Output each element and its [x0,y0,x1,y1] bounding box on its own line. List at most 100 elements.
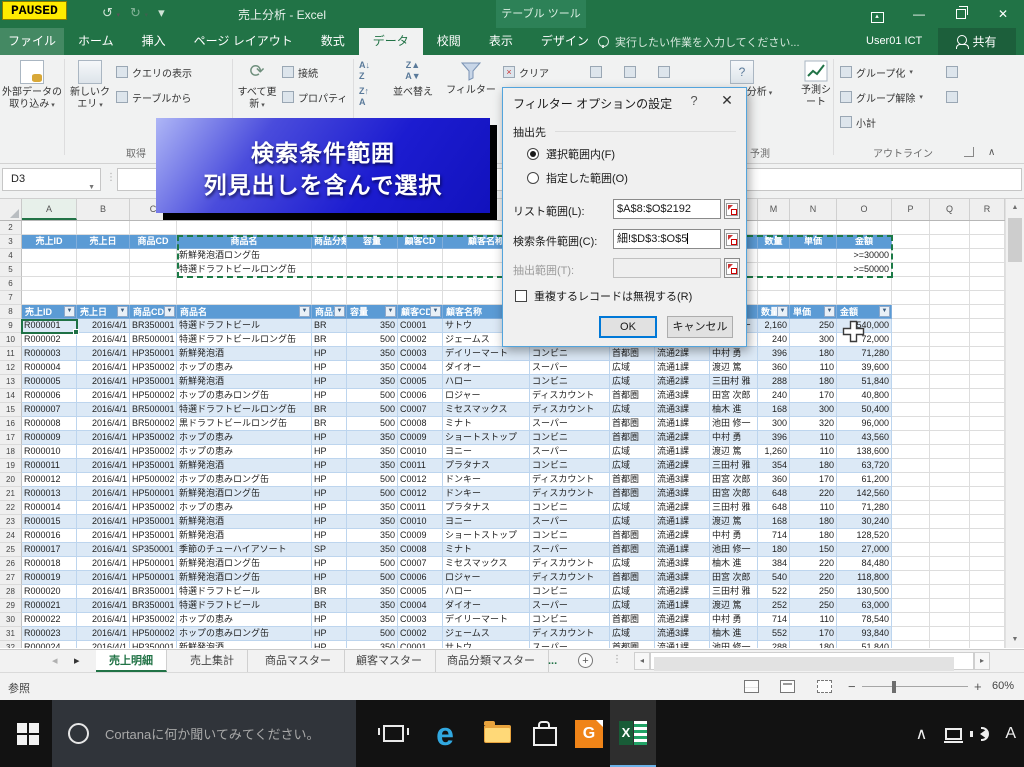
cell[interactable]: 顧客CD▼ [398,305,443,319]
cell[interactable]: 396 [758,431,790,445]
cell[interactable]: R000020 [22,585,77,599]
cell[interactable] [970,221,1005,235]
sort-button[interactable]: Z▲A▼ 並べ替え [385,58,441,99]
cell[interactable] [790,263,837,277]
cell[interactable]: BR500001 [130,403,177,417]
cell[interactable] [930,557,970,571]
cell[interactable] [970,305,1005,319]
cell[interactable] [970,501,1005,515]
cell[interactable]: 63,720 [837,459,892,473]
cell[interactable]: 商品分類 [312,235,347,249]
cell[interactable]: 51,840 [837,375,892,389]
cell[interactable]: 容量▼ [347,305,398,319]
cell[interactable]: 1,260 [758,445,790,459]
cell[interactable] [130,263,177,277]
start-button[interactable] [8,700,48,767]
filter-dropdown-button[interactable]: ▼ [385,306,396,317]
cell[interactable]: ホップの恵み [177,501,312,515]
cell[interactable]: ディスカウント [530,557,610,571]
cell[interactable]: 三田村 雅 [710,375,758,389]
cell[interactable]: 714 [758,613,790,627]
cell[interactable]: C0010 [398,445,443,459]
copy-to-range-selector-button[interactable] [724,258,740,278]
cell[interactable]: 広域 [610,557,655,571]
cell[interactable] [970,487,1005,501]
cell[interactable]: 2016/4/1 [77,473,130,487]
ungroup-button[interactable]: グループ解除▾ [840,86,923,108]
cell[interactable]: 110 [790,501,837,515]
cell[interactable]: 500 [347,557,398,571]
cell[interactable]: 350 [347,501,398,515]
cell[interactable]: 170 [790,627,837,641]
cell[interactable]: プラタナス [443,459,530,473]
cell[interactable]: 単価 [790,235,837,249]
cell[interactable] [77,249,130,263]
cell[interactable]: 150 [790,543,837,557]
cell[interactable]: 売上日▼ [77,305,130,319]
cell[interactable] [398,277,443,291]
cell[interactable] [970,249,1005,263]
cell[interactable]: 350 [347,543,398,557]
cell[interactable]: ショートストップ [443,431,530,445]
cell[interactable] [892,627,930,641]
network-icon[interactable] [945,728,962,740]
sheet-tab-uriage-meisai[interactable]: 売上明細 [96,650,167,672]
cell[interactable] [930,599,970,613]
cell[interactable]: 360 [758,361,790,375]
cell[interactable]: ディスカウント [530,403,610,417]
cell[interactable] [758,291,790,305]
sheet-tab-shohin-master[interactable]: 商品マスター [252,650,345,672]
filter-button[interactable]: フィルター [444,58,498,97]
cell[interactable]: ダイオー [443,599,530,613]
cell[interactable]: HP350001 [130,641,177,648]
cell[interactable]: コンビニ [530,347,610,361]
cell[interactable]: 2016/4/1 [77,487,130,501]
cell[interactable]: 2016/4/1 [77,571,130,585]
cell[interactable] [22,221,77,235]
cell[interactable]: 500 [347,333,398,347]
cell[interactable] [930,319,970,333]
cell[interactable]: C0003 [398,613,443,627]
cell[interactable]: R000019 [22,571,77,585]
cell[interactable] [930,221,970,235]
cell[interactable]: 51,840 [837,641,892,648]
cell[interactable]: 首都圏 [610,347,655,361]
row-header-16[interactable]: 16 [0,417,22,431]
cell[interactable]: ホップの恵み [177,445,312,459]
cell[interactable]: R000006 [22,389,77,403]
cell[interactable]: R000014 [22,501,77,515]
cell[interactable]: 2016/4/1 [77,599,130,613]
cell[interactable]: 広域 [610,361,655,375]
tab-data[interactable]: データ [359,28,423,55]
cell[interactable] [970,585,1005,599]
column-header-Q[interactable]: Q [930,199,970,220]
cell[interactable] [930,431,970,445]
row-header-19[interactable]: 19 [0,459,22,473]
cell[interactable]: 78,540 [837,613,892,627]
cell[interactable]: C0006 [398,571,443,585]
cell[interactable]: HP [312,473,347,487]
cell[interactable]: 360 [758,473,790,487]
cell[interactable] [970,361,1005,375]
cell[interactable] [398,263,443,277]
cell[interactable]: 首都圏 [610,389,655,403]
cell[interactable]: BR350001 [130,585,177,599]
forecast-sheet-button[interactable]: 予測シート [798,58,834,109]
cell[interactable]: ディスカウント [530,627,610,641]
cell[interactable]: 商品名 [177,235,312,249]
cell[interactable]: 首都圏 [610,543,655,557]
hide-detail-button[interactable] [946,86,958,108]
cell[interactable] [930,515,970,529]
cell[interactable]: R000002 [22,333,77,347]
cell[interactable]: 流通1課 [655,445,710,459]
cell[interactable]: 648 [758,487,790,501]
cell[interactable] [930,501,970,515]
cell[interactable]: 広域 [610,375,655,389]
cell[interactable]: 2016/4/1 [77,445,130,459]
new-sheet-button[interactable]: + [578,653,593,668]
cell[interactable] [130,277,177,291]
cell[interactable] [970,627,1005,641]
cell[interactable]: ダイオー [443,361,530,375]
hscroll-right-arrow[interactable]: ▸ [974,652,990,670]
cell[interactable]: 新鮮発泡酒 [177,515,312,529]
